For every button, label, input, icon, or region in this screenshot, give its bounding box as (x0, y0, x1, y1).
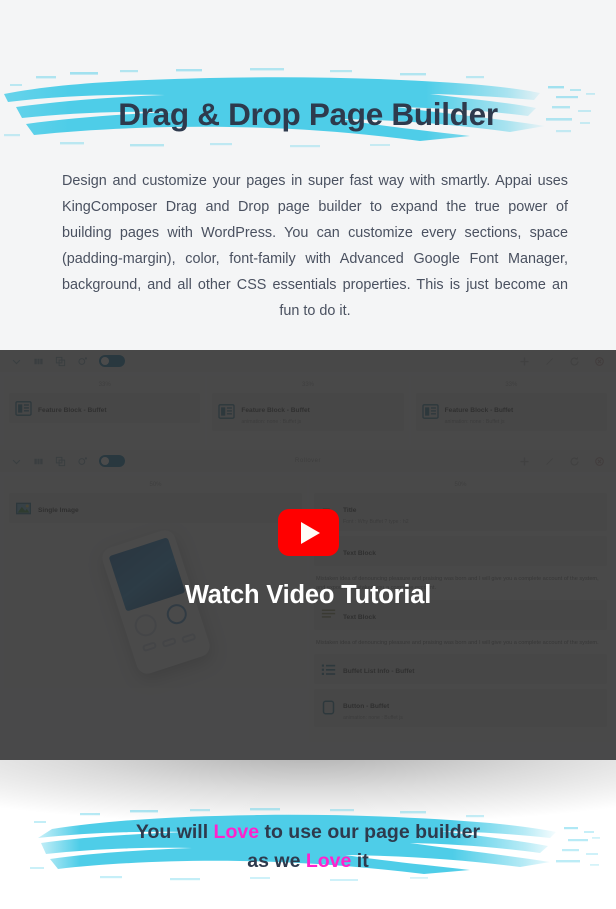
page-title: Drag & Drop Page Builder (118, 96, 498, 132)
play-icon (300, 521, 320, 544)
play-video-button[interactable] (278, 509, 339, 556)
tagline-line-1: You will Love to use our page builder (136, 818, 480, 847)
tagline-line1-part2: to use our page builder (259, 821, 481, 843)
tagline-brush-banner: You will Love to use our page builder as… (0, 807, 616, 887)
video-caption: Watch Video Tutorial (184, 581, 432, 609)
hero-title-brush-banner: Drag & Drop Page Builder (0, 62, 616, 167)
tagline-line1-love: Love (213, 821, 260, 843)
tagline-line2-part2: it (351, 850, 369, 872)
hero-paragraph: Design and customize your pages in super… (62, 173, 568, 319)
tagline-line2-part1: as we (247, 850, 306, 872)
tagline-line2-love: Love (305, 850, 352, 872)
tagline-line1-part1: You will (135, 821, 214, 843)
tagline-line-2: as we Love it (247, 847, 368, 876)
tagline-text: You will Love to use our page builder as… (0, 807, 616, 887)
hero-section: Drag & Drop Page Builder Design and cust… (0, 0, 616, 350)
tagline-section: You will Love to use our page builder as… (0, 760, 616, 909)
